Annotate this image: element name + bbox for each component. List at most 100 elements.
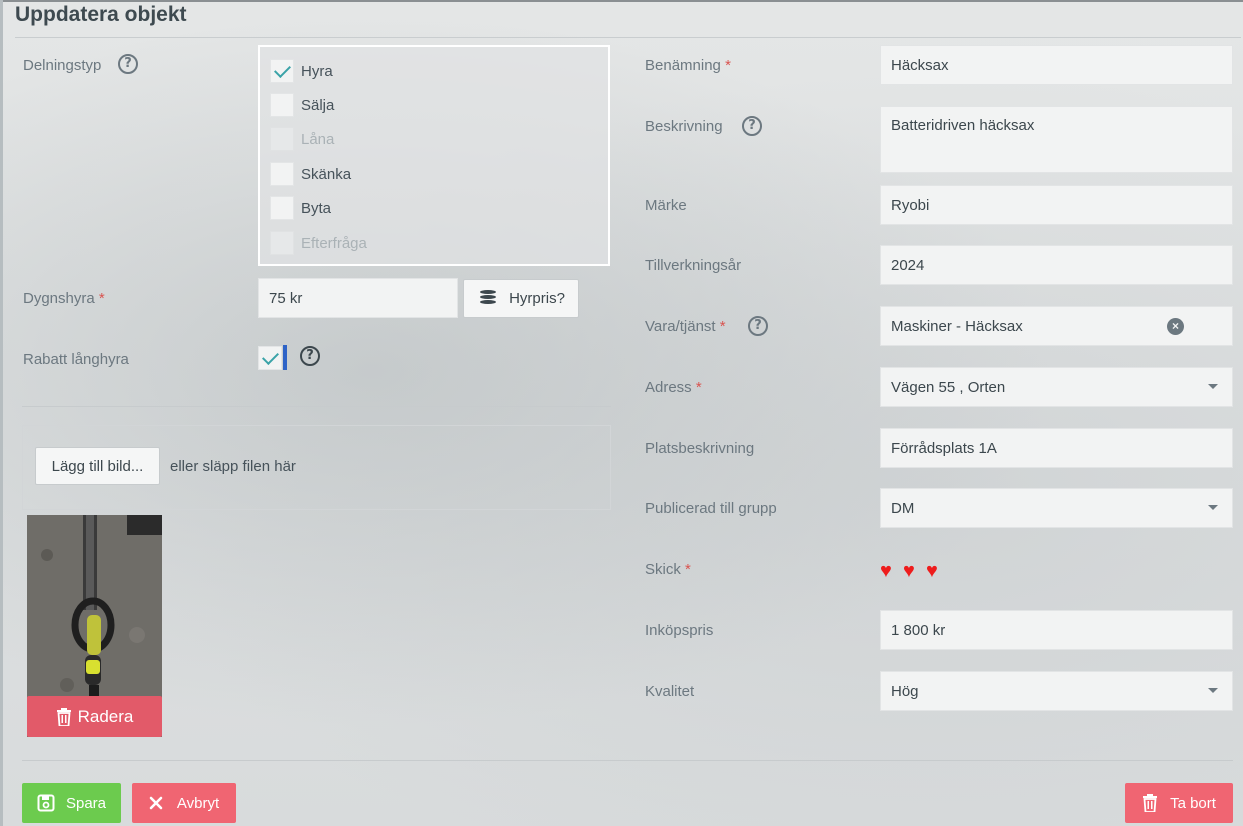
divider [22,406,611,407]
publicerad-label-text: Publicerad till grupp [645,500,777,517]
dygnshyra-value: 75 kr [269,289,303,307]
delete-image-label: Radera [77,706,134,726]
share-type-label: Hyra [301,62,333,80]
benamning-value: Häcksax [891,56,949,74]
hyrpris-button[interactable]: Hyrpris? [463,279,579,318]
share-type-byta[interactable]: Byta [270,196,331,220]
close-icon [149,796,163,810]
platsbeskrivning-input[interactable]: Förrådsplats 1A [880,428,1233,468]
rabatt-help-icon[interactable]: ? [300,346,320,366]
save-button[interactable]: Spara [22,783,121,823]
publicerad-value: DM [891,499,915,517]
left-edge [0,0,3,826]
beskrivning-label-text: Beskrivning [645,118,723,135]
checkbox-salja[interactable] [270,93,294,117]
adress-label-text: Adress [645,379,692,396]
coins-icon [477,288,499,309]
kvalitet-value: Hög [891,682,919,700]
checkbox-efterfraga [270,231,294,255]
share-type-box: Hyra Sälja Låna Skänka Byta Efterfråga [258,45,610,266]
share-type-label: Byta [301,199,332,217]
dygnshyra-input[interactable]: 75 kr [258,278,458,318]
adress-value: Vägen 55 , Orten [891,378,1006,396]
skick-label: Skick * [645,561,691,578]
share-type-hyra[interactable]: Hyra [270,59,333,83]
tillverkningsar-input[interactable]: 2024 [880,245,1233,285]
rabatt-checkbox[interactable] [258,346,282,370]
beskrivning-value: Batteridriven häcksax [891,117,1035,134]
vara-select[interactable]: Maskiner - Häcksax × [880,306,1233,346]
tillverkningsar-value: 2024 [891,256,925,274]
vara-value: Maskiner - Häcksax [891,317,1023,335]
kvalitet-label: Kvalitet [645,683,694,700]
remove-button[interactable]: Ta bort [1125,783,1233,823]
delningstyp-label: Delningstyp [23,57,101,74]
chevron-down-icon [1208,384,1218,389]
share-type-label: Efterfråga [301,234,367,252]
inkopspris-label-text: Inköpspris [645,622,714,639]
platsbeskrivning-label-text: Platsbeskrivning [645,440,755,457]
cancel-button[interactable]: Avbryt [132,783,236,823]
checkbox-hyra[interactable] [270,59,294,83]
cancel-button-label: Avbryt [176,794,220,812]
marke-label: Märke [645,197,687,214]
checkbox-byta[interactable] [270,196,294,220]
adress-label: Adress * [645,379,702,396]
vara-label-text: Vara/tjänst [645,318,716,335]
dygnshyra-label-text: Dygnshyra [23,290,95,307]
skick-label-text: Skick [645,561,681,578]
marke-input[interactable]: Ryobi [880,185,1233,225]
beskrivning-help-icon[interactable]: ? [742,116,762,136]
chevron-down-icon [1208,505,1218,510]
platsbeskrivning-value: Förrådsplats 1A [891,439,997,457]
share-type-label: Låna [301,130,335,148]
rabatt-label-text: Rabatt långhyra [23,351,129,368]
share-type-salja[interactable]: Sälja [270,93,334,117]
publicerad-label: Publicerad till grupp [645,500,777,517]
required-mark: * [98,290,105,307]
share-type-lana: Låna [270,127,334,151]
required-mark: * [719,318,726,335]
marke-value: Ryobi [891,196,930,214]
add-image-button[interactable]: Lägg till bild... [35,447,160,485]
marke-label-text: Märke [645,197,687,214]
vara-label: Vara/tjänst * [645,318,726,335]
share-type-efterfraga: Efterfråga [270,231,367,255]
floppy-disk-icon [37,794,55,812]
share-type-skanka[interactable]: Skänka [270,162,351,186]
benamning-label: Benämning * [645,57,731,74]
top-border [0,0,1243,2]
publicerad-select[interactable]: DM [880,488,1233,528]
beskrivning-label: Beskrivning [645,118,723,135]
heart-icon[interactable]: ♥ [880,560,892,583]
tillverkningsar-label-text: Tillverkningsår [645,257,742,274]
trash-icon [1143,794,1158,812]
beskrivning-textarea[interactable]: Batteridriven häcksax [880,106,1233,173]
checkbox-lana [270,127,294,151]
heart-icon[interactable]: ♥ [926,560,938,583]
drop-hint: eller släpp filen här [170,458,296,475]
platsbeskrivning-label: Platsbeskrivning [645,440,754,457]
clear-icon[interactable]: × [1167,318,1184,335]
kvalitet-select[interactable]: Hög [880,671,1233,711]
rabatt-label: Rabatt långhyra [23,351,129,368]
trash-icon [56,707,71,726]
adress-select[interactable]: Vägen 55 , Orten [880,367,1233,407]
page-title: Uppdatera objekt [15,3,187,26]
benamning-label-text: Benämning [645,57,721,74]
required-mark: * [685,561,691,578]
chevron-down-icon [1208,688,1218,693]
hyrpris-button-label: Hyrpris? [509,290,565,307]
delningstyp-label-text: Delningstyp [23,57,102,74]
benamning-input[interactable]: Häcksax [880,45,1233,85]
vara-help-icon[interactable]: ? [748,316,768,336]
save-button-label: Spara [65,794,107,812]
checkbox-skanka[interactable] [270,162,294,186]
heart-icon[interactable]: ♥ [903,560,915,583]
footer-divider [22,760,1233,761]
delningstyp-help-icon[interactable]: ? [118,54,138,74]
inkopspris-input[interactable]: 1 800 kr [880,610,1233,650]
add-image-button-label: Lägg till bild... [51,457,144,475]
delete-image-button[interactable]: Radera [27,696,162,737]
inkopspris-value: 1 800 kr [891,621,946,639]
